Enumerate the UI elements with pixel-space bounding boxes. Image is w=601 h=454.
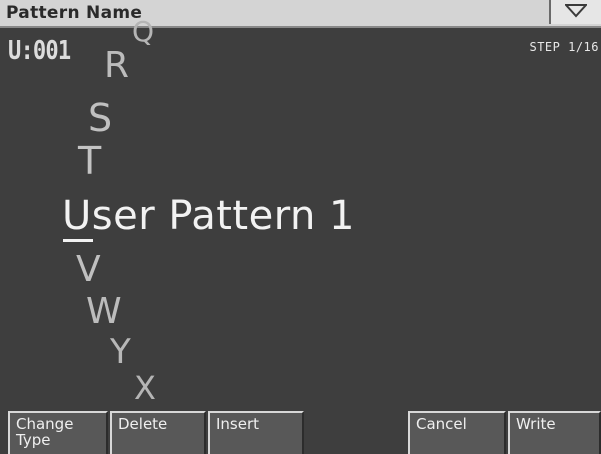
delete-label: Delete — [118, 415, 168, 433]
cancel-label: Cancel — [416, 415, 467, 433]
wheel-char-y[interactable]: Y — [110, 335, 131, 369]
change-type-label: Change Type — [16, 415, 74, 449]
wheel-char-q[interactable]: Q — [132, 18, 154, 46]
menu-button[interactable] — [549, 0, 601, 24]
title-bar: Pattern Name — [0, 0, 601, 28]
pattern-name-screen: Pattern Name U:001 STEP 1/16 Q R S T Use… — [0, 0, 601, 454]
delete-button[interactable]: Delete — [110, 411, 206, 454]
wheel-char-x[interactable]: X — [134, 372, 156, 404]
write-button[interactable]: Write — [508, 411, 601, 454]
wheel-char-r[interactable]: R — [104, 48, 129, 84]
wheel-char-v[interactable]: V — [76, 252, 101, 288]
triangle-down-icon — [565, 4, 587, 18]
write-label: Write — [516, 415, 556, 433]
screen-title: Pattern Name — [6, 3, 143, 23]
edit-cursor — [63, 239, 93, 242]
insert-label: Insert — [216, 415, 260, 433]
wheel-char-w[interactable]: W — [86, 294, 122, 330]
wheel-char-t[interactable]: T — [78, 142, 101, 180]
pattern-number: U:001 — [8, 36, 71, 66]
change-type-button[interactable]: Change Type — [8, 411, 108, 454]
pattern-name-field[interactable]: User Pattern 1 — [62, 193, 355, 239]
cancel-button[interactable]: Cancel — [408, 411, 506, 454]
step-indicator: STEP 1/16 — [529, 40, 599, 54]
wheel-char-s[interactable]: S — [88, 99, 112, 137]
insert-button[interactable]: Insert — [208, 411, 304, 454]
